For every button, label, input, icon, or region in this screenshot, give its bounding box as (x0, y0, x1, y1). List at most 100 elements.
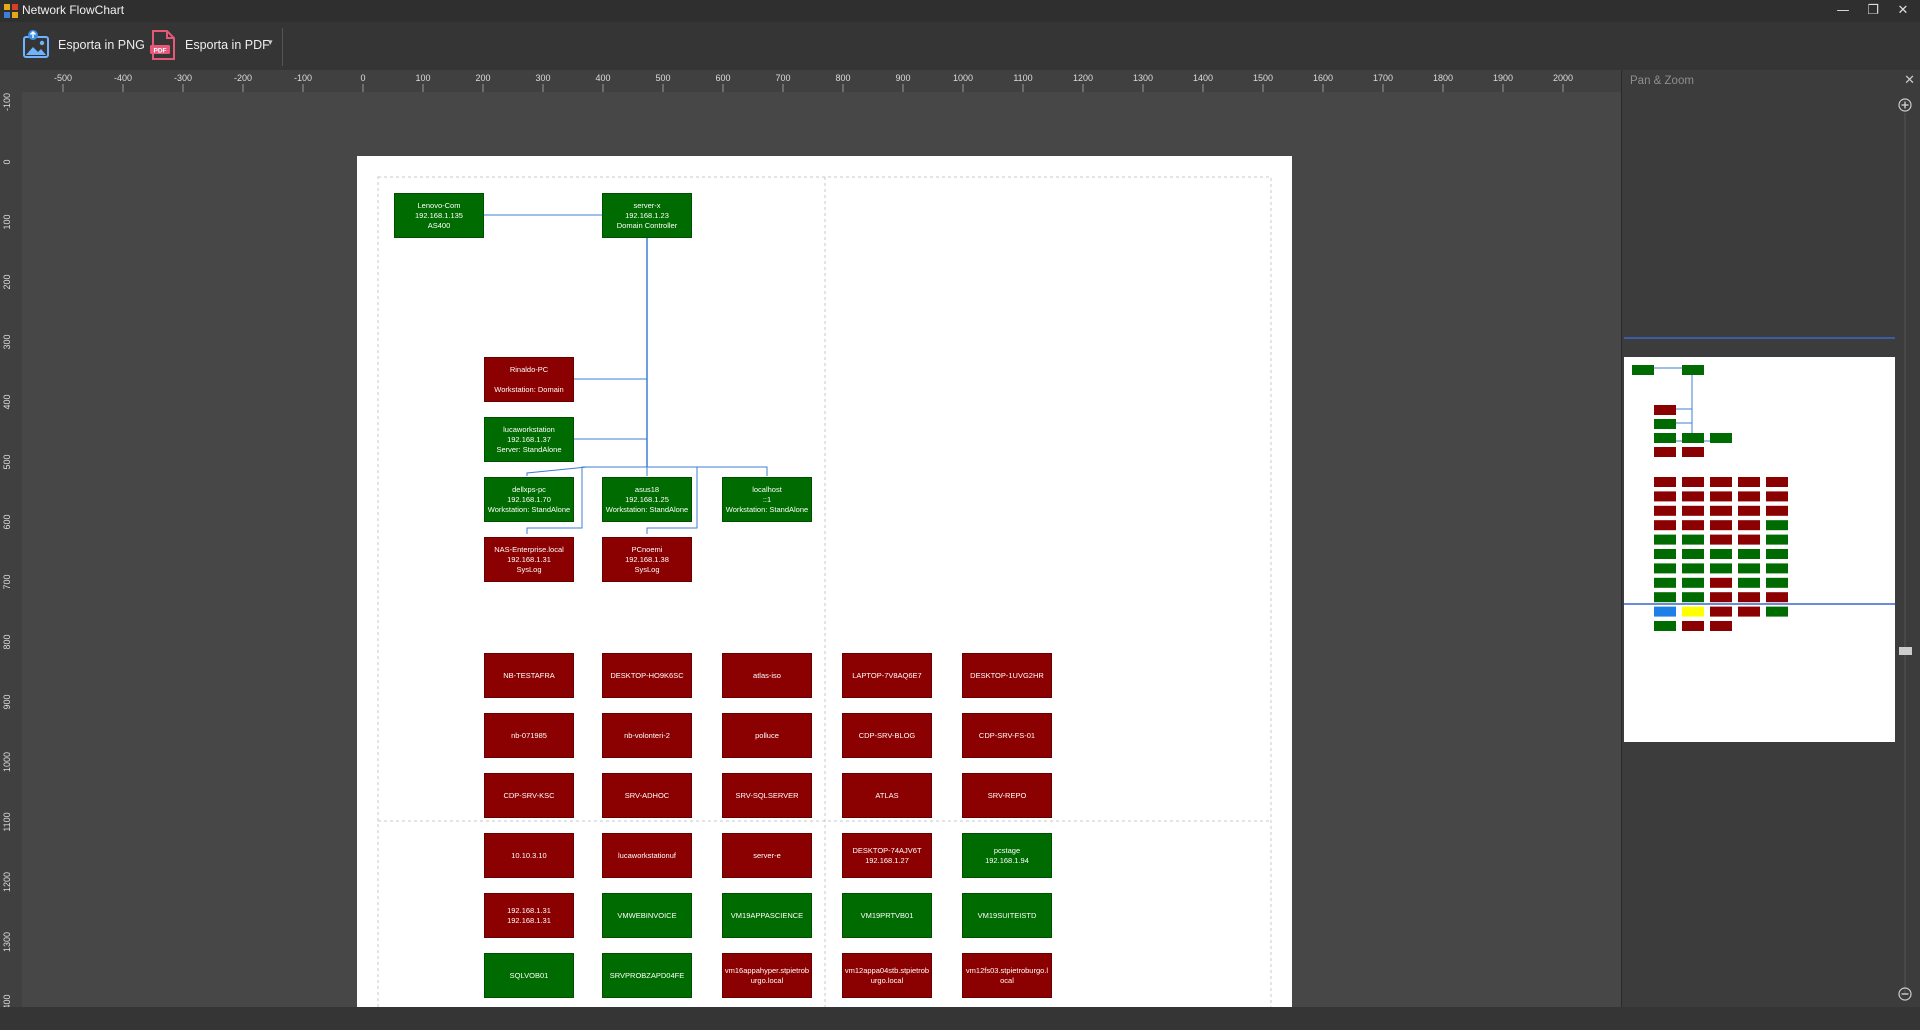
network-node[interactable]: CDP-SRV-FS-01 (962, 713, 1052, 758)
network-node[interactable]: VMWEBINVOICE (602, 893, 692, 938)
ruler-h-label: 100 (415, 73, 430, 83)
network-node[interactable]: SRV-ADHOC (602, 773, 692, 818)
network-node[interactable]: atlas-iso (722, 653, 812, 698)
node-label-line: Server: StandAlone (496, 444, 562, 454)
diagram-canvas[interactable]: Lenovo-Com 192.168.1.135 AS400 server-x 192.… (22, 92, 1621, 1007)
network-node[interactable]: nb-volonteri-2 (602, 713, 692, 758)
minimap-node (1738, 491, 1760, 502)
minimap[interactable] (1624, 357, 1895, 742)
network-node[interactable]: localhost::1 Workstation: StandAlone (722, 477, 812, 522)
minimap-node (1738, 606, 1760, 617)
network-node[interactable]: SQLVOB01 (484, 953, 574, 998)
network-node[interactable]: server-e (722, 833, 812, 878)
minimap-node (1654, 606, 1676, 617)
node-label-line: 192.168.1.31 (507, 905, 551, 915)
close-button[interactable]: ✕ (1888, 0, 1918, 22)
node-label-line: localhost (752, 484, 782, 494)
network-node[interactable]: 10.10.3.10 (484, 833, 574, 878)
network-node[interactable]: VM19PRTVB01 (842, 893, 932, 938)
restore-button[interactable]: ❐ (1858, 0, 1888, 22)
network-node[interactable]: lucaworkstation 192.168.1.37 Server: Stand… (484, 417, 574, 462)
minimap-node (1738, 577, 1760, 588)
horizontal-ruler: -500 -400 -300 -200 -100 0 100 200 300 400 500 600 7… (22, 70, 1621, 93)
network-node[interactable]: Rinaldo-PC Workstation: Domain (484, 357, 574, 402)
minimap-node (1654, 505, 1676, 516)
network-node[interactable]: asus18 192.168.1.25 Workstation: StandAlon… (602, 477, 692, 522)
minimap-node (1654, 405, 1676, 415)
export-pdf-button[interactable]: PDF Esporta in PDF (147, 28, 270, 62)
export-png-button[interactable]: Esporta in PNG (20, 28, 145, 62)
node-label-line: VM19PRTVB01 (860, 910, 914, 920)
network-node[interactable]: SRVPROBZAPD04FE (602, 953, 692, 998)
network-node[interactable]: Lenovo-Com 192.168.1.135 AS400 (394, 193, 484, 238)
node-label-line: Workstation: Domain (494, 384, 564, 394)
network-node[interactable]: nb-071985 (484, 713, 574, 758)
network-node[interactable]: SRV-SQLSERVER (722, 773, 812, 818)
ruler-h-label: 300 (535, 73, 550, 83)
network-node[interactable]: 192.168.1.31 192.168.1.31 (484, 893, 574, 938)
minimap-node (1682, 520, 1704, 531)
horizontal-ruler-ticks: -500 -400 -300 -200 -100 0 100 200 300 400 500 600 7… (54, 73, 1573, 92)
node-label-line: AS400 (427, 220, 451, 230)
network-node[interactable]: SRV-REPO (962, 773, 1052, 818)
image-export-icon (23, 30, 49, 58)
network-node[interactable]: dellxps-pc 192.168.1.70 Workstation: Stand… (484, 477, 574, 522)
network-node[interactable]: VM19APPASCIENCE (722, 893, 812, 938)
node-label-line: DESKTOP-HO9K6SC (610, 670, 684, 680)
export-dropdown-arrow[interactable]: ▾ (268, 38, 273, 48)
zoom-slider-thumb[interactable] (1899, 647, 1912, 655)
network-node[interactable]: VM19SUITEISTD (962, 893, 1052, 938)
node-label-line: vm16appahyper.stpietrob (724, 965, 810, 975)
toolbar-separator (282, 28, 283, 66)
window-title: Network FlowChart (22, 3, 125, 17)
network-node[interactable]: DESKTOP-1UVG2HR (962, 653, 1052, 698)
minimap-node (1738, 505, 1760, 516)
node-label-line: 192.168.1.23 (625, 210, 669, 220)
ruler-h-label: 0 (360, 73, 365, 83)
node-label-line: CDP-SRV-FS-01 (978, 730, 1036, 740)
network-node[interactable]: ATLAS (842, 773, 932, 818)
node-label-line: vm12appa04stb.stpietrob (844, 965, 930, 975)
ruler-v-label: 100 (2, 214, 12, 229)
network-node[interactable]: PCnoemi 192.168.1.38 SysLog (602, 537, 692, 582)
network-node[interactable]: server-x 192.168.1.23 Domain Controller (602, 193, 692, 238)
minimap-connectors (1652, 367, 1720, 442)
network-node[interactable]: lucaworkstationuf (602, 833, 692, 878)
minimap-node (1682, 621, 1704, 631)
network-node[interactable]: vm12appa04stb.stpietrob urgo.local (842, 953, 932, 998)
zoom-in-icon[interactable] (1898, 98, 1912, 112)
minimap-node (1654, 549, 1676, 559)
minimap-node (1682, 577, 1704, 588)
toolbar: Esporta in PNG PDF Esporta in PDF ▾ (0, 22, 1920, 71)
node-label-line: Workstation: StandAlone (605, 504, 689, 514)
ruler-h-label: 1900 (1493, 73, 1513, 83)
node-label-line: urgo.local (750, 975, 784, 985)
ruler-h-label: 1800 (1433, 73, 1453, 83)
network-node[interactable]: vm12fs03.stpietroburgo.l ocal (962, 953, 1052, 998)
minimap-node (1710, 606, 1732, 617)
ruler-h-label: 1500 (1253, 73, 1273, 83)
minimap-node (1710, 577, 1732, 588)
ruler-v-label: 900 (2, 694, 12, 709)
network-node[interactable]: DESKTOP-74AJV6T 192.168.1.27 (842, 833, 932, 878)
network-node[interactable]: pcstage 192.168.1.94 (962, 833, 1052, 878)
node-label-line: ocal (1000, 975, 1014, 985)
network-node[interactable]: vm16appahyper.stpietrob urgo.local (722, 953, 812, 998)
minimap-node (1682, 477, 1704, 487)
network-node[interactable]: LAPTOP-7V8AQ6E7 (842, 653, 932, 698)
ruler-h-label: 1300 (1133, 73, 1153, 83)
network-node[interactable]: CDP-SRV-KSC (484, 773, 574, 818)
minimap-node (1654, 477, 1676, 487)
minimap-node (1654, 577, 1676, 588)
network-node[interactable]: polluce (722, 713, 812, 758)
node-label-line: ATLAS (875, 790, 899, 800)
network-node[interactable]: DESKTOP-HO9K6SC (602, 653, 692, 698)
minimap-node (1766, 520, 1788, 531)
node-label-line: atlas-iso (753, 670, 781, 680)
node-label-line: CDP-SRV-BLOG (858, 730, 916, 740)
network-node[interactable]: NAS-Enterprise.local 192.168.1.31 SysLog (484, 537, 574, 582)
network-node[interactable]: CDP-SRV-BLOG (842, 713, 932, 758)
minimize-button[interactable]: — (1828, 0, 1858, 22)
status-bar (0, 1007, 1920, 1030)
network-node[interactable]: NB-TESTAFRA (484, 653, 574, 698)
